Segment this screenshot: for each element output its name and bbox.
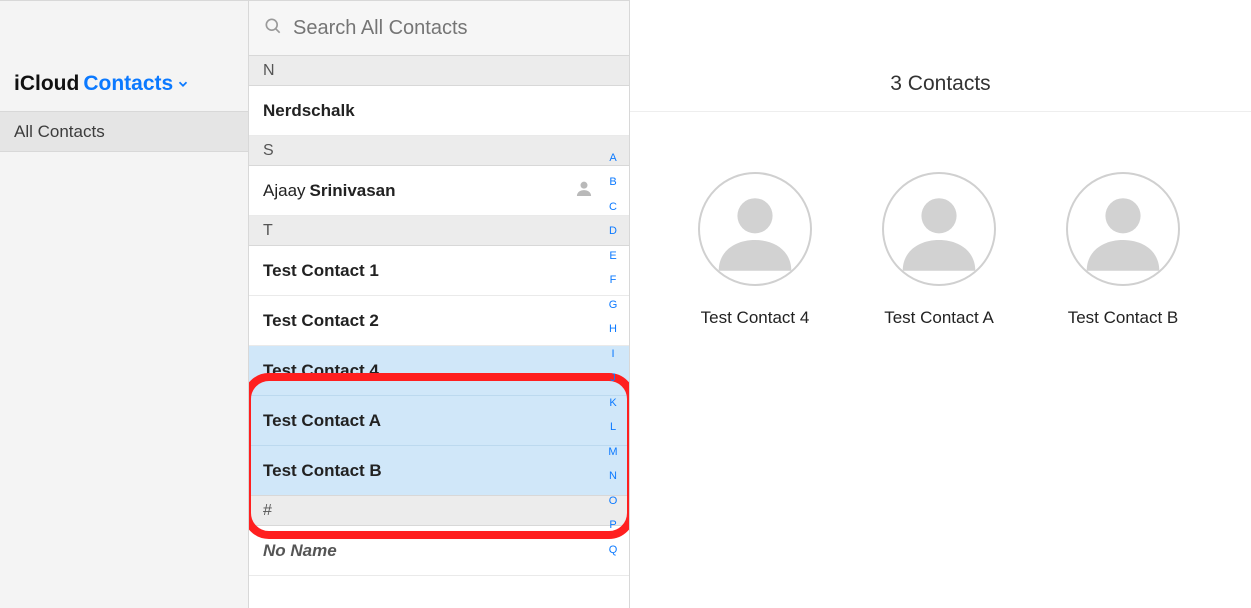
section-header-hash: #: [249, 496, 629, 526]
contact-name: Test Contact 2: [263, 311, 379, 331]
me-icon: [574, 178, 594, 203]
index-letter[interactable]: H: [609, 318, 617, 343]
contact-row[interactable]: Test Contact A: [249, 396, 629, 446]
brand-contacts-text: Contacts: [83, 72, 173, 96]
chevron-down-icon: [176, 77, 190, 91]
contact-card[interactable]: Test Contact 4: [696, 172, 814, 328]
app-root: iCloud Contacts All Contacts N Nerdschal…: [0, 0, 1251, 608]
contact-name: Test Contact 1: [263, 261, 379, 281]
contacts-list-body: N Nerdschalk S Ajaay Srinivasan T Test C…: [249, 56, 629, 608]
contact-name: No Name: [263, 541, 337, 561]
index-letter[interactable]: C: [609, 195, 617, 220]
index-letter[interactable]: D: [609, 220, 617, 245]
contact-card-name: Test Contact 4: [701, 308, 810, 328]
section-letter: S: [263, 142, 274, 160]
contact-row[interactable]: Test Contact B: [249, 446, 629, 496]
contact-row[interactable]: Test Contact 1: [249, 246, 629, 296]
index-letter[interactable]: G: [609, 293, 618, 318]
status-spacer: [0, 0, 248, 56]
contact-name: Test Contact A: [263, 411, 381, 431]
alpha-index-rail[interactable]: A B C D E F G H I J K L M N O P Q: [603, 146, 623, 608]
contact-row[interactable]: Test Contact 2: [249, 296, 629, 346]
contact-last: Srinivasan: [310, 181, 396, 201]
index-letter[interactable]: E: [609, 244, 616, 269]
contact-row[interactable]: Test Contact 4: [249, 346, 629, 396]
sidebar: iCloud Contacts All Contacts: [0, 0, 249, 608]
contact-row[interactable]: Nerdschalk: [249, 86, 629, 136]
section-letter: #: [263, 502, 272, 520]
contact-card[interactable]: Test Contact B: [1064, 172, 1182, 328]
contact-first: Ajaay: [263, 181, 306, 201]
section-letter: N: [263, 62, 275, 80]
contact-card[interactable]: Test Contact A: [880, 172, 998, 328]
index-letter[interactable]: N: [609, 465, 617, 490]
contact-card-name: Test Contact B: [1068, 308, 1179, 328]
section-header-s: S: [249, 136, 629, 166]
contact-name: Test Contact 4: [263, 361, 379, 381]
search-icon: [263, 16, 283, 41]
index-letter[interactable]: F: [610, 269, 617, 294]
sidebar-item-all-contacts[interactable]: All Contacts: [0, 112, 248, 152]
contact-name: Test Contact B: [263, 461, 382, 481]
detail-spacer: [630, 0, 1251, 56]
sidebar-item-label: All Contacts: [14, 122, 105, 142]
app-title-dropdown[interactable]: iCloud Contacts: [0, 56, 248, 112]
index-letter[interactable]: I: [611, 342, 614, 367]
avatar-placeholder-icon: [1066, 172, 1180, 286]
detail-pane: 3 Contacts Test Contact 4 Test Contact A: [630, 0, 1251, 608]
search-row: [249, 0, 629, 56]
detail-title: 3 Contacts: [630, 56, 1251, 112]
avatar-placeholder-icon: [882, 172, 996, 286]
index-letter[interactable]: O: [609, 489, 618, 514]
brand-contacts-label: Contacts: [83, 72, 190, 96]
brand-icloud-label: iCloud: [14, 72, 79, 96]
avatar-placeholder-icon: [698, 172, 812, 286]
index-letter[interactable]: M: [608, 440, 617, 465]
search-input[interactable]: [293, 17, 615, 40]
index-letter[interactable]: K: [609, 391, 616, 416]
index-letter[interactable]: P: [609, 514, 616, 539]
section-letter: T: [263, 222, 273, 240]
detail-cards: Test Contact 4 Test Contact A Test Conta…: [630, 112, 1251, 328]
contact-card-name: Test Contact A: [884, 308, 994, 328]
detail-title-text: 3 Contacts: [890, 72, 990, 96]
index-letter[interactable]: J: [610, 367, 616, 392]
contact-row[interactable]: No Name: [249, 526, 629, 576]
index-letter[interactable]: L: [610, 416, 616, 441]
index-letter[interactable]: B: [609, 171, 616, 196]
contact-row[interactable]: Ajaay Srinivasan: [249, 166, 629, 216]
index-letter[interactable]: Q: [609, 538, 618, 563]
contact-name: Nerdschalk: [263, 101, 355, 121]
contacts-list-pane: N Nerdschalk S Ajaay Srinivasan T Test C…: [249, 0, 630, 608]
index-letter[interactable]: A: [609, 146, 616, 171]
section-header-n: N: [249, 56, 629, 86]
section-header-t: T: [249, 216, 629, 246]
